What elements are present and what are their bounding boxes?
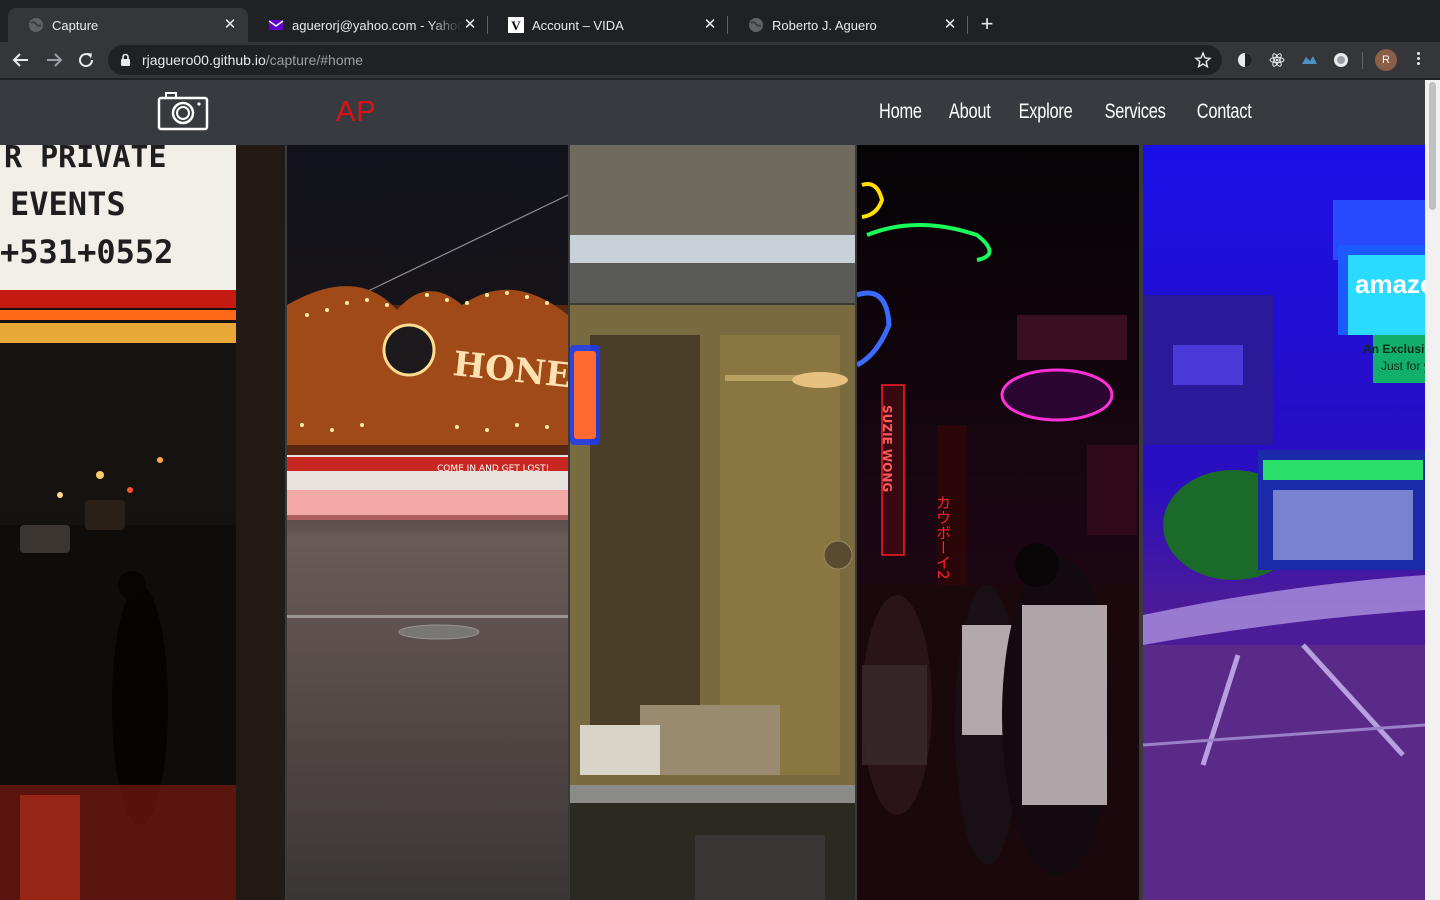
page-viewport: CAPTURE Home About Explore Services Cont… bbox=[0, 80, 1440, 900]
gallery-panel-marquee-street[interactable]: R PRIVATE EVENTS +531+0552 bbox=[0, 145, 285, 900]
tab-capture[interactable]: Capture ✕ bbox=[8, 8, 248, 42]
tab-yahoo-mail[interactable]: aguerorj@yahoo.com - Yahoo Mail ✕ bbox=[248, 8, 488, 42]
nav-home[interactable]: Home bbox=[879, 100, 922, 124]
marquee-line-3: +531+0552 bbox=[0, 233, 173, 271]
gallery-panel-restaurant-window[interactable] bbox=[570, 145, 855, 900]
tab-title: Roberto J. Aguero bbox=[772, 17, 877, 33]
bookmark-star-icon[interactable] bbox=[1194, 51, 1212, 74]
yahoo-mail-icon bbox=[268, 17, 284, 33]
site-navbar: CAPTURE Home About Explore Services Cont… bbox=[0, 80, 1425, 145]
gallery-panel-amazon-square[interactable]: amazon An Exclusive V Just for yo bbox=[1143, 145, 1425, 900]
globe-icon bbox=[28, 17, 44, 33]
close-tab-icon[interactable]: ✕ bbox=[222, 17, 238, 33]
back-arrow-icon[interactable] bbox=[9, 49, 33, 71]
tab-vida[interactable]: V Account – VIDA ✕ bbox=[488, 8, 728, 42]
scrollbar-thumb[interactable] bbox=[1429, 82, 1436, 210]
neon-sign-suzie: SUZIE WONG bbox=[880, 405, 894, 492]
reload-icon[interactable] bbox=[74, 49, 98, 71]
brand-wordmark[interactable]: CAPTURE bbox=[336, 94, 376, 130]
gallery-panel-honest-eds[interactable]: HONEST ED'S COME IN AND GET LOST! bbox=[287, 145, 568, 900]
nav-services[interactable]: Services bbox=[1104, 100, 1165, 124]
brand-text: CAPTURE bbox=[336, 96, 376, 128]
tab-title: Capture bbox=[52, 17, 99, 33]
amazon-ad-line-2: Just for yo bbox=[1381, 359, 1425, 373]
extension-circle-icon[interactable] bbox=[1332, 51, 1350, 69]
marquee-street-image: R PRIVATE EVENTS +531+0552 bbox=[0, 145, 285, 900]
url-path: /capture/#home bbox=[265, 52, 364, 68]
marquee-line-1: R PRIVATE bbox=[4, 145, 167, 175]
amazon-ad-line-1: An Exclusive V bbox=[1363, 342, 1425, 356]
extension-cloud-icon[interactable] bbox=[1300, 51, 1318, 69]
amazon-billboard-text: amazon bbox=[1355, 269, 1425, 299]
honest-eds-banner: COME IN AND GET LOST! bbox=[437, 464, 549, 474]
svg-text:V: V bbox=[511, 18, 521, 33]
menu-kebab-icon[interactable] bbox=[1410, 50, 1426, 70]
tab-title: aguerorj@yahoo.com - Yahoo Mail bbox=[292, 17, 462, 33]
url-host: rjaguero00.github.io bbox=[142, 52, 266, 68]
extension-dark-reader-icon[interactable] bbox=[1236, 51, 1254, 69]
browser-toolbar: rjaguero00.github.io/capture/#home R bbox=[0, 42, 1440, 79]
tab-title: Account – VIDA bbox=[532, 17, 624, 33]
extension-react-icon[interactable] bbox=[1268, 51, 1286, 69]
tab-divider bbox=[967, 16, 968, 34]
restaurant-window-image bbox=[570, 145, 855, 900]
profile-avatar[interactable]: R bbox=[1375, 49, 1397, 71]
page-scrollbar[interactable] bbox=[1425, 80, 1440, 900]
close-tab-icon[interactable]: ✕ bbox=[702, 17, 718, 33]
forward-arrow-icon[interactable] bbox=[42, 49, 66, 71]
camera-logo-icon[interactable] bbox=[157, 91, 209, 136]
close-tab-icon[interactable]: ✕ bbox=[942, 17, 958, 33]
toolbar-divider bbox=[1362, 52, 1363, 69]
honest-eds-image: HONEST ED'S COME IN AND GET LOST! bbox=[287, 145, 568, 900]
hero-gallery: R PRIVATE EVENTS +531+0552 HONEST COME I… bbox=[0, 145, 1425, 900]
neon-alley-image: SUZIE WONG カウボーイ2 bbox=[857, 145, 1139, 900]
neon-sign-cowboy: カウボーイ2 bbox=[934, 495, 952, 580]
nav-contact[interactable]: Contact bbox=[1196, 100, 1251, 124]
main-nav: Home About Explore Services Contact bbox=[873, 100, 1259, 124]
address-bar[interactable]: rjaguero00.github.io/capture/#home bbox=[108, 45, 1222, 75]
globe-icon bbox=[748, 17, 764, 33]
marquee-line-2: EVENTS bbox=[10, 185, 126, 223]
nav-about[interactable]: About bbox=[949, 100, 991, 124]
vida-icon: V bbox=[508, 17, 524, 33]
url-text: rjaguero00.github.io/capture/#home bbox=[142, 52, 363, 68]
amazon-square-image: amazon An Exclusive V Just for yo bbox=[1143, 145, 1425, 900]
lock-icon[interactable] bbox=[120, 53, 131, 72]
new-tab-icon[interactable]: + bbox=[976, 13, 998, 35]
tab-roberto-aguero[interactable]: Roberto J. Aguero ✕ bbox=[728, 8, 968, 42]
nav-explore[interactable]: Explore bbox=[1019, 100, 1073, 124]
gallery-panel-neon-alley[interactable]: SUZIE WONG カウボーイ2 bbox=[857, 145, 1139, 900]
close-tab-icon[interactable]: ✕ bbox=[462, 17, 478, 33]
browser-tab-strip: Capture ✕ aguerorj@yahoo.com - Yahoo Mai… bbox=[0, 0, 1440, 42]
